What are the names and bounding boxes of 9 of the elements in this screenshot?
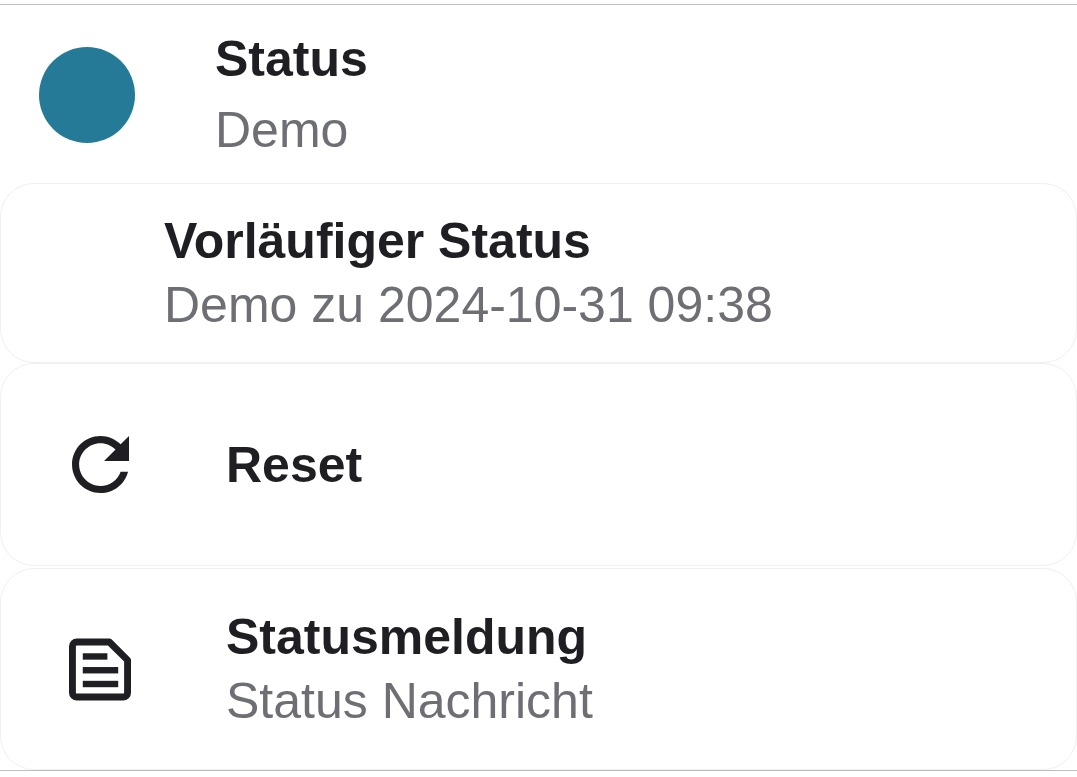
item-title: Vorläufiger Status: [164, 212, 591, 271]
header-title: Status: [215, 30, 368, 89]
document-icon: [69, 637, 131, 701]
item-subtitle: Status Nachricht: [226, 672, 593, 731]
header-subtitle: Demo: [215, 101, 349, 160]
item-title: Statusmeldung: [226, 608, 588, 667]
item-title: Reset: [226, 435, 363, 495]
item-subtitle: Demo zu 2024-10-31 09:38: [164, 276, 773, 335]
refresh-icon: [71, 436, 129, 493]
